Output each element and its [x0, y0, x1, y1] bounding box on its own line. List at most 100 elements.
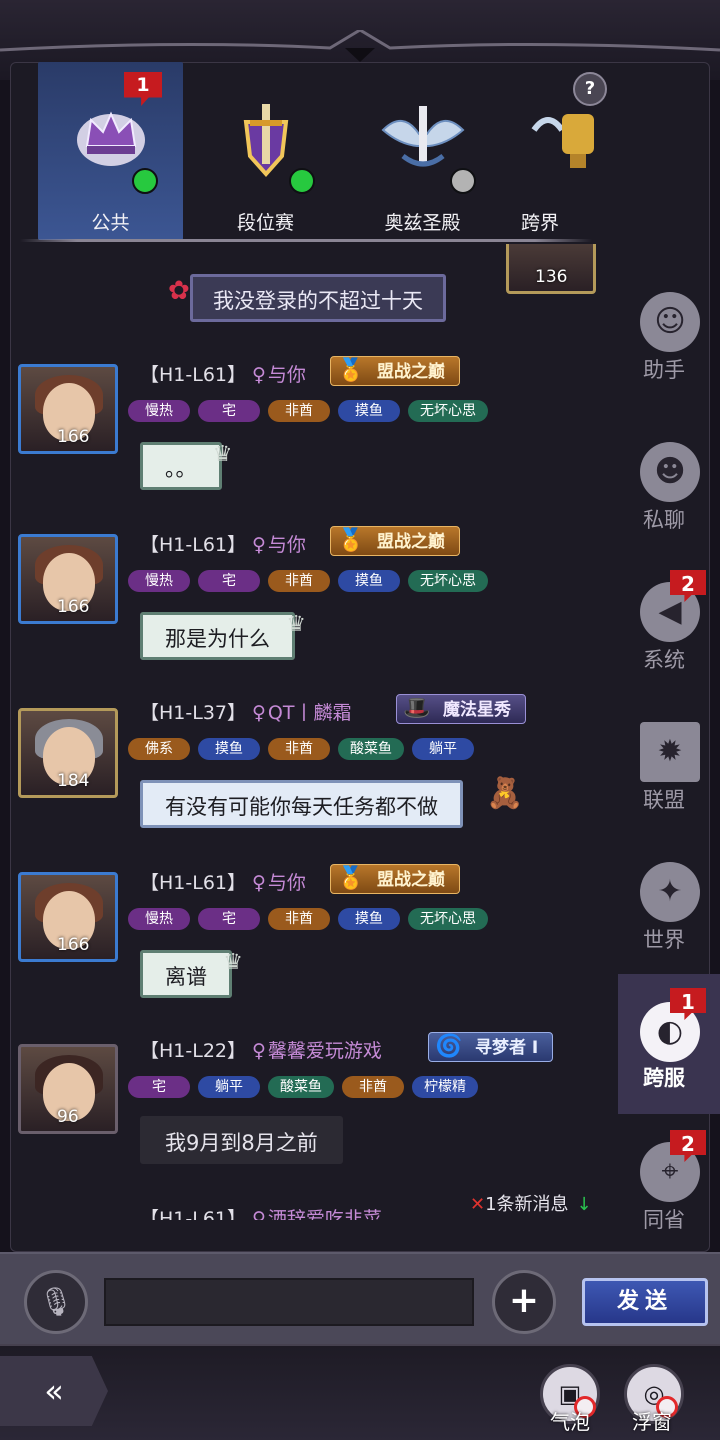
tag: 宅 [198, 400, 260, 422]
help-button[interactable]: ? [573, 72, 607, 106]
server-tag: 【H1-L22】 [140, 1040, 246, 1062]
message-bubble[interactable]: 我9月到8月之前 [140, 1116, 343, 1164]
sidebar-item-label: 助手 [643, 358, 685, 382]
message-bubble[interactable]: 有没有可能你每天任务都不做 [140, 780, 463, 828]
tag: 摸鱼 [338, 400, 400, 422]
message-bubble[interactable]: 离谱 ♛ [140, 950, 243, 998]
doll-deco-icon: 🧸 [486, 776, 524, 811]
message-bubble[interactable]: 。。 ♛ [140, 442, 233, 490]
medal-icon: 🏅 [337, 866, 365, 891]
assistant-icon: ☺ [640, 292, 700, 352]
send-button[interactable]: 发送 [582, 1278, 708, 1326]
tag: 慢热 [128, 908, 190, 930]
message-text: 离谱 [165, 965, 207, 989]
tag: 摸鱼 [338, 908, 400, 930]
sender-line: 【H1-L61】 ♀ 与你 [140, 868, 306, 895]
channel-tabs: 1 公共 段位赛 奥兹圣殿 跨界 [20, 62, 610, 242]
tab-ranked[interactable]: 段位赛 [193, 62, 338, 240]
message-text: 我9月到8月之前 [165, 1131, 318, 1155]
sidebar-item-system[interactable]: ◀ 2 系统 [618, 570, 720, 722]
avatar[interactable]: 184 [18, 708, 118, 798]
tag-list: 慢热 宅 非酋 摸鱼 无坏心思 [128, 400, 488, 422]
message-item: 136 我没登录的不超过十天 ✿ [10, 244, 610, 334]
title-text: 盟战之巅 [377, 362, 445, 382]
swirl-icon: 🌀 [435, 1034, 463, 1059]
tab-label: 公共 [91, 212, 130, 234]
online-status-dot [289, 168, 315, 194]
message-list[interactable]: 136 我没登录的不超过十天 ✿ 166 【H1-L61】 ♀ 与你 🏅 盟战之巅 慢… [10, 244, 610, 1220]
avatar-level: 184 [57, 771, 90, 791]
voice-button[interactable]: 🎙 [24, 1270, 88, 1334]
new-message-indicator[interactable]: ✕1条新消息 ↓ [470, 1190, 592, 1216]
tag: 非酋 [268, 570, 330, 592]
sidebar-item-private[interactable]: ☻ 私聊 [618, 442, 720, 582]
medal-icon: 🏅 [337, 528, 365, 553]
message-bubble[interactable]: 那是为什么 ♛ [140, 612, 306, 660]
tag: 慢热 [128, 570, 190, 592]
sidebar-item-label: 同省 [643, 1208, 685, 1232]
float-label: 浮窗 [632, 1410, 672, 1434]
gender-icon: ♀ [252, 872, 266, 894]
title-badge: 🏅 盟战之巅 [330, 356, 460, 386]
message-text: 有没有可能你每天任务都不做 [165, 795, 438, 819]
tag: 柠檬精 [412, 1076, 478, 1098]
tag: 无坏心思 [408, 908, 488, 930]
avatar[interactable]: 166 [18, 364, 118, 454]
tag: 非酋 [268, 400, 330, 422]
title-text: 魔法星秀 [443, 700, 511, 720]
avatar[interactable]: 136 [506, 244, 596, 294]
sender-name[interactable]: 馨馨爱玩游戏 [268, 1040, 382, 1062]
sender-line: 【H1-L61】 ♀ 与你 [140, 360, 306, 387]
sidebar-item-alliance[interactable]: ✹ 联盟 [618, 722, 720, 862]
sidebar-item-assistant[interactable]: ☺ 助手 [618, 292, 720, 432]
gender-icon: ♀ [252, 1040, 266, 1062]
tab-label: 跨界 [520, 212, 559, 234]
gender-icon: ♀ [252, 1208, 266, 1220]
close-icon[interactable]: ✕ [470, 1194, 485, 1215]
medal-icon: 🏅 [337, 358, 365, 383]
back-arrow-icon: « [44, 1372, 64, 1410]
server-tag: 【H1-L61】 [140, 364, 246, 386]
message-item: 166 【H1-L61】 ♀ 与你 🏅 盟战之巅 慢热 宅 非酋 摸鱼 无坏心思 那是… [10, 524, 610, 684]
avatar[interactable]: 166 [18, 872, 118, 962]
tab-label: 奥兹圣殿 [384, 212, 461, 234]
title-badge: 🌀 寻梦者 I [428, 1032, 554, 1062]
tag: 躺平 [198, 1076, 260, 1098]
arrow-down-icon: ↓ [576, 1194, 592, 1215]
sidebar-item-cross-server[interactable]: ◐ 1 跨服 [618, 974, 720, 1114]
sender-name[interactable]: QT丨麟霜 [268, 702, 352, 724]
tag: 非酋 [268, 738, 330, 760]
message-bubble[interactable]: 我没登录的不超过十天 [190, 274, 446, 322]
crown-emblem-icon [76, 111, 145, 166]
add-attachment-button[interactable]: + [492, 1270, 556, 1334]
sender-line: 【H1-L22】 ♀ 馨馨爱玩游戏 [140, 1036, 382, 1063]
message-text: 那是为什么 [165, 627, 270, 651]
message-item: 96 【H1-L22】 ♀ 馨馨爱玩游戏 🌀 寻梦者 I 宅 躺平 酸菜鱼 非酋 柠檬… [10, 1030, 610, 1190]
tag-list: 宅 躺平 酸菜鱼 非酋 柠檬精 [128, 1076, 478, 1098]
message-item: 184 【H1-L37】 ♀ QT丨麟霜 🎩 魔法星秀 佛系 摸鱼 非酋 酸菜鱼 躺平… [10, 692, 610, 862]
tag: 佛系 [128, 738, 190, 760]
offline-status-dot [450, 168, 476, 194]
server-tag: 【H1-L61】 [140, 1208, 246, 1220]
chat-input[interactable] [104, 1278, 474, 1326]
message-item: 166 【H1-L61】 ♀ 与你 🏅 盟战之巅 慢热 宅 非酋 摸鱼 无坏心思 离谱… [10, 862, 610, 1022]
message-text: 。。 [165, 457, 197, 481]
tag: 无坏心思 [408, 570, 488, 592]
sender-name[interactable]: 与你 [268, 364, 306, 386]
tag: 摸鱼 [338, 570, 400, 592]
sender-name[interactable]: 洒辞爱吃韭菜 [268, 1208, 382, 1220]
avatar[interactable]: 166 [18, 534, 118, 624]
chat-input-bar: 🎙 + 发送 [0, 1252, 720, 1344]
sender-name[interactable]: 与你 [268, 872, 306, 894]
sword-shield-emblem-icon [243, 104, 288, 178]
tag: 宅 [198, 570, 260, 592]
avatar[interactable]: 96 [18, 1044, 118, 1134]
tab-public[interactable]: 1 公共 [38, 62, 183, 240]
tab-oz-temple[interactable]: 奥兹圣殿 [350, 62, 495, 240]
avatar-level: 166 [57, 935, 90, 955]
back-button[interactable]: « [0, 1356, 108, 1426]
title-text: 盟战之巅 [377, 870, 445, 890]
new-message-text: 1条新消息 [485, 1194, 569, 1215]
channel-sidebar: ☺ 助手 ☻ 私聊 ◀ 2 系统 ✹ 联盟 ✦ 世界 ◐ 1 跨服 ⌖ 2 同省 [618, 62, 720, 1252]
sender-name[interactable]: 与你 [268, 534, 306, 556]
